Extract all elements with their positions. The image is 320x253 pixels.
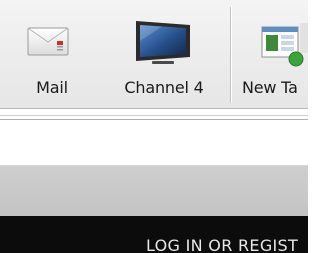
favorites-toolbar: Mail Channel 4 New Ta [0,0,308,109]
toolbar-item-label: Mail [36,78,68,97]
toolbar-item-new-tab[interactable]: New Ta [240,0,320,108]
toolbar-item-mail[interactable]: Mail [24,0,80,108]
page-header-band [0,165,308,216]
site-top-bar: LOG IN OR REGIST [0,216,308,253]
toolbar-divider [230,7,231,103]
login-register-link[interactable]: LOG IN OR REGIST [146,236,298,253]
toolbar-item-label: Channel 4 [124,78,204,97]
monitor-icon [136,21,190,64]
new-tab-icon [261,23,308,67]
divider [0,119,308,120]
divider [0,115,308,116]
toolbar-item-label: New Ta [242,78,298,97]
toolbar-item-channel-4[interactable]: Channel 4 [108,0,220,108]
mail-icon [27,27,69,56]
